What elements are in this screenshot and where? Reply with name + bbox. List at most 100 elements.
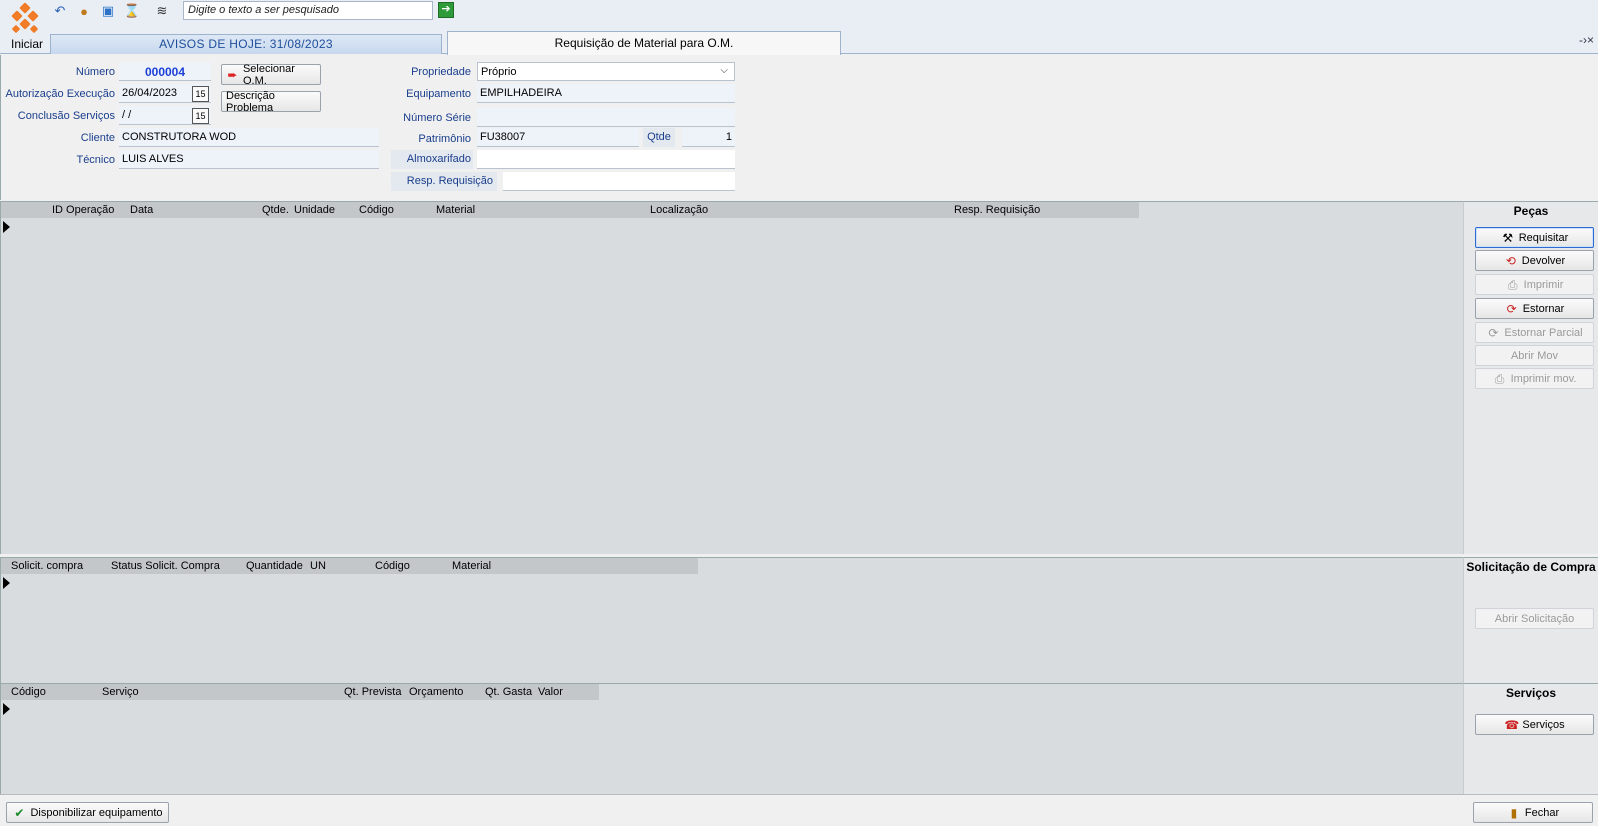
parts-grid-header: ID Operação Data Qtde. Unidade Código Ma…	[1, 202, 1139, 218]
numero-label: Número	[75, 66, 115, 78]
col-qtde[interactable]: Qtde.	[262, 204, 289, 216]
row-indicator-icon	[3, 577, 10, 589]
tab-daily-notices[interactable]: AVISOS DE HOJE: 31/08/2023	[50, 34, 442, 54]
purchase-actions-panel: Solicitação de Compra Abrir Solicitação	[1463, 557, 1598, 683]
col-unidade[interactable]: Unidade	[294, 204, 335, 216]
printer-icon: ⎙	[1494, 371, 1505, 386]
col-solicit-compra[interactable]: Solicit. compra	[11, 560, 83, 572]
parts-grid[interactable]: ID Operação Data Qtde. Unidade Código Ma…	[0, 201, 1463, 554]
abrir-mov-button[interactable]: Abrir Mov	[1475, 345, 1594, 366]
col-qt-gasta[interactable]: Qt. Gasta	[485, 686, 532, 698]
window-icon[interactable]: ▣	[98, 1, 118, 21]
services-grid[interactable]: Código Serviço Qt. Prevista Orçamento Qt…	[0, 683, 1463, 794]
conclusao-label: Conclusão Serviços	[17, 110, 115, 122]
problem-description-label: Descrição Problema	[226, 89, 275, 114]
imprimir-mov-label: Imprimir mov.	[1510, 372, 1577, 385]
col-material[interactable]: Material	[452, 560, 491, 572]
tools-icon: ⚒	[1502, 230, 1514, 245]
imprimir-mov-button[interactable]: ⎙ Imprimir mov.	[1475, 368, 1594, 389]
imprimir-label: Imprimir	[1523, 278, 1564, 291]
col-orcamento[interactable]: Orçamento	[409, 686, 463, 698]
equipamento-label: Equipamento	[406, 88, 471, 100]
col-un[interactable]: UN	[310, 560, 326, 572]
resp-requisicao-field[interactable]	[503, 172, 735, 191]
disponibilizar-label: Disponibilizar equipamento	[30, 806, 163, 819]
tab-close-icon[interactable]: -›×	[1579, 33, 1594, 47]
col-material[interactable]: Material	[436, 204, 475, 216]
fechar-label: Fechar	[1524, 806, 1560, 819]
abrir-solicitacao-button[interactable]: Abrir Solicitação	[1475, 608, 1594, 629]
parts-actions-panel: Peças ⚒ Requisitar ⟲ Devolver ⎙ Imprimir…	[1463, 201, 1598, 554]
patrimonio-label: Patrimônio	[418, 133, 471, 145]
numero-serie-field[interactable]	[477, 108, 735, 127]
almoxarifado-field[interactable]	[477, 150, 735, 169]
hourglass-icon[interactable]: ⌛	[122, 1, 142, 21]
col-id-operacao[interactable]: ID Operação	[52, 204, 114, 216]
col-codigo[interactable]: Código	[11, 686, 46, 698]
equipamento-field[interactable]: EMPILHADEIRA	[477, 84, 735, 103]
refresh-icon: ⟳	[1488, 325, 1499, 340]
col-qt-prevista[interactable]: Qt. Prevista	[344, 686, 401, 698]
almoxarifado-label: Almoxarifado	[391, 150, 473, 169]
col-resp-requisicao[interactable]: Resp. Requisição	[954, 204, 1040, 216]
propriedade-value: Próprio	[481, 66, 517, 78]
check-icon: ✔	[14, 805, 25, 820]
col-data[interactable]: Data	[130, 204, 153, 216]
servicos-button[interactable]: ☎ Serviços	[1475, 714, 1594, 735]
col-servico[interactable]: Serviço	[102, 686, 139, 698]
row-indicator-icon	[3, 221, 10, 233]
col-valor[interactable]: Valor	[538, 686, 563, 698]
phone-icon: ☎	[1504, 717, 1520, 732]
numero-field[interactable]: 000004	[119, 62, 211, 81]
select-om-button[interactable]: ➨ Selecionar O.M.	[221, 63, 321, 87]
exit-door-icon: ▮	[1510, 805, 1518, 820]
col-status-solicit[interactable]: Status Solicit. Compra	[111, 560, 220, 572]
estornar-parcial-label: Estornar Parcial	[1504, 326, 1583, 339]
qtde-label: Qtde	[643, 128, 675, 147]
parts-title: Peças	[1464, 202, 1598, 220]
tecnico-label: Técnico	[76, 154, 115, 166]
calendar-icon[interactable]: 15	[192, 108, 209, 124]
col-codigo[interactable]: Código	[359, 204, 394, 216]
calendar-icon[interactable]: 15	[192, 86, 209, 102]
propriedade-select[interactable]: Próprio ⌵	[477, 62, 735, 81]
return-icon: ⟲	[1505, 253, 1516, 268]
patrimonio-field[interactable]: FU38007	[477, 128, 639, 147]
tecnico-field[interactable]: LUIS ALVES	[119, 150, 379, 169]
requisitar-label: Requisitar	[1518, 231, 1569, 244]
requisitar-button[interactable]: ⚒ Requisitar	[1475, 227, 1594, 248]
servicos-label: Serviços	[1522, 718, 1565, 731]
services-grid-header: Código Serviço Qt. Prevista Orçamento Qt…	[1, 684, 599, 700]
autorizacao-label: Autorização Execução	[5, 88, 115, 100]
propriedade-label: Propriedade	[411, 66, 471, 78]
abrir-solicitacao-label: Abrir Solicitação	[1494, 612, 1575, 625]
users-icon[interactable]: ●	[74, 1, 94, 21]
problem-description-button[interactable]: Descrição Problema	[221, 89, 321, 114]
col-codigo[interactable]: Código	[375, 560, 410, 572]
refresh-icon: ⟳	[1506, 301, 1517, 316]
purchase-requests-grid[interactable]: Solicit. compra Status Solicit. Compra Q…	[0, 557, 1463, 683]
resp-requisicao-label: Resp. Requisição	[391, 172, 497, 191]
estornar-label: Estornar	[1522, 302, 1565, 315]
disponibilizar-button[interactable]: ✔ Disponibilizar equipamento	[6, 802, 169, 823]
estornar-button[interactable]: ⟳ Estornar	[1475, 298, 1594, 319]
fechar-button[interactable]: ▮ Fechar	[1473, 802, 1593, 823]
printer-icon: ⎙	[1507, 277, 1518, 292]
col-quantidade[interactable]: Quantidade	[246, 560, 303, 572]
devolver-label: Devolver	[1521, 254, 1566, 267]
search-go-icon[interactable]: ➔	[438, 2, 454, 18]
estornar-parcial-button[interactable]: ⟳ Estornar Parcial	[1475, 322, 1594, 343]
imprimir-button[interactable]: ⎙ Imprimir	[1475, 274, 1594, 295]
cliente-field[interactable]: CONSTRUTORA WOD	[119, 128, 379, 147]
wifi-icon[interactable]: ≋	[152, 1, 172, 21]
search-input[interactable]: Digite o texto a ser pesquisado	[183, 1, 433, 20]
undo-icon[interactable]: ↶	[50, 1, 70, 21]
select-arrow-icon: ➨	[227, 67, 238, 82]
start-button[interactable]: Iniciar	[2, 0, 46, 54]
col-localizacao[interactable]: Localização	[650, 204, 708, 216]
tab-material-requisition[interactable]: Requisição de Material para O.M.	[447, 31, 841, 55]
qtde-field[interactable]: 1	[682, 128, 735, 147]
devolver-button[interactable]: ⟲ Devolver	[1475, 250, 1594, 271]
chevron-down-icon: ⌵	[720, 65, 728, 76]
top-toolbar: Iniciar ↶ ● ▣ ⌛ ≋ Digite o texto a ser p…	[0, 0, 1598, 55]
